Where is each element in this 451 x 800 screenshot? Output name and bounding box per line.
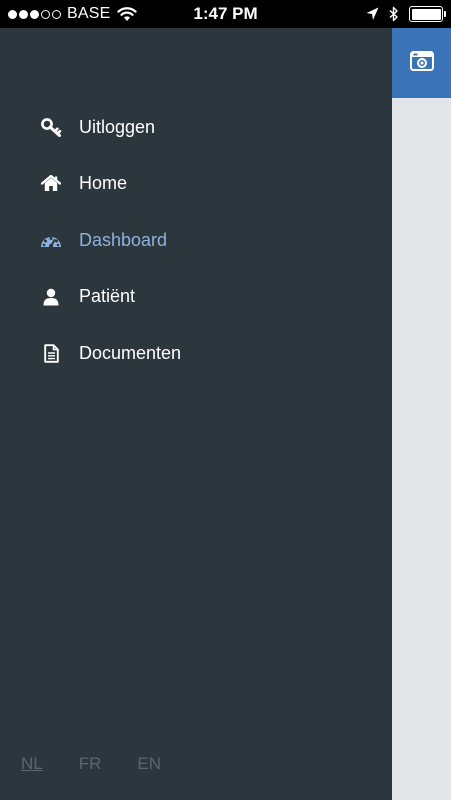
wifi-icon [116, 7, 137, 21]
menu-item-label: Patiënt [79, 286, 136, 307]
menu-item-uitloggen[interactable]: Uitloggen [0, 99, 392, 156]
language-switcher: NL FR EN [21, 754, 161, 774]
battery-fill [411, 8, 441, 20]
menu-item-dashboard[interactable]: Dashboard [0, 212, 392, 269]
menu-list: Uitloggen Home Dashboard Patiënt Documen… [0, 99, 392, 382]
menu-item-patient[interactable]: Patiënt [0, 269, 392, 326]
signal-dot [8, 9, 17, 19]
home-icon [40, 173, 62, 195]
user-icon [40, 286, 62, 308]
menu-item-home[interactable]: Home [0, 156, 392, 213]
menu-item-label: Documenten [79, 342, 182, 363]
carrier-name: BASE [67, 5, 111, 22]
side-menu: Uitloggen Home Dashboard Patiënt Documen… [0, 28, 392, 800]
signal-dot [52, 9, 61, 19]
language-fr[interactable]: FR [79, 754, 102, 774]
location-arrow-icon [366, 7, 379, 20]
signal-dot [30, 9, 39, 19]
key-icon [40, 116, 62, 138]
language-nl[interactable]: NL [21, 754, 43, 774]
menu-item-label: Home [79, 173, 128, 194]
content-panel[interactable] [392, 28, 451, 800]
menu-item-label: Dashboard [79, 229, 168, 250]
status-right [366, 0, 446, 28]
status-left: BASE [8, 0, 137, 28]
dashboard-icon [40, 229, 62, 251]
camera-icon[interactable] [409, 50, 434, 76]
signal-dot [41, 9, 50, 19]
content-header [392, 28, 451, 98]
status-bar: BASE 1:47 PM [0, 0, 451, 28]
signal-strength-icon [8, 9, 61, 19]
menu-item-documenten[interactable]: Documenten [0, 325, 392, 382]
menu-item-label: Uitloggen [79, 116, 156, 137]
battery-icon [409, 6, 446, 22]
bluetooth-icon [389, 6, 398, 22]
language-en[interactable]: EN [137, 754, 161, 774]
signal-dot [19, 9, 28, 19]
app-screen: BASE 1:47 PM Uitloggen Home Dashboard Pa… [0, 0, 451, 800]
document-icon [40, 342, 62, 364]
